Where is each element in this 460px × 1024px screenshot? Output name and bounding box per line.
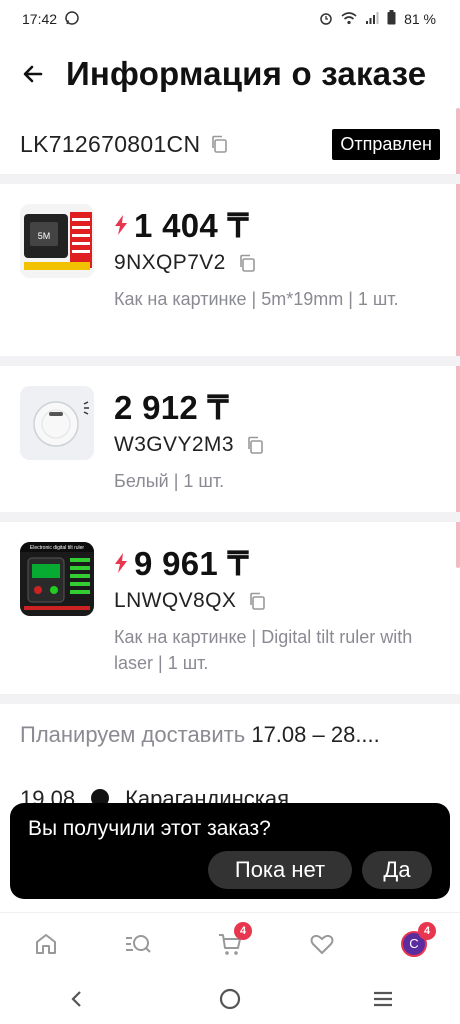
nav-home[interactable]	[24, 922, 68, 966]
system-home-button[interactable]	[210, 979, 250, 1019]
confirm-received-snackbar: Вы получили этот заказ? Пока нет Да	[10, 803, 450, 899]
arrow-left-icon	[23, 65, 43, 83]
divider	[0, 694, 460, 704]
item-price: 1 404 ₸	[134, 206, 249, 244]
chevron-left-icon	[71, 991, 81, 1007]
thumb-label: 5M	[38, 231, 51, 241]
signal-icon	[365, 11, 379, 28]
tracking-number: LK712670801CN	[20, 130, 201, 157]
battery-level: 81 %	[404, 11, 436, 27]
nav-profile[interactable]: C 4	[392, 921, 436, 966]
whatsapp-icon	[65, 10, 79, 28]
tracking-row: LK712670801CN Отправлен	[0, 122, 460, 166]
nav-cart[interactable]: 4	[208, 921, 252, 966]
flash-sale-icon	[115, 215, 127, 235]
status-bar: 17:42 81 %	[0, 0, 460, 38]
system-recents-button[interactable]	[363, 979, 403, 1019]
product-image-robot-vacuum	[20, 386, 94, 460]
product-image-tape-measure: 5M	[20, 204, 94, 278]
yes-button[interactable]: Да	[362, 851, 432, 889]
thumb-label: Electronic digital tilt ruler	[30, 545, 85, 551]
flash-sale-icon	[115, 553, 127, 573]
bottom-nav: 4 C 4	[0, 912, 460, 974]
system-nav	[0, 974, 460, 1024]
home-icon	[36, 933, 56, 954]
item-variant: Как на картинке | 5m*19mm | 1 шт.	[114, 289, 399, 309]
item-variant: Как на картинке | Digital tilt ruler wit…	[114, 627, 413, 673]
alarm-icon	[319, 11, 333, 28]
divider	[0, 174, 460, 184]
delivery-estimate: Планируем доставить 17.08 – 28....	[20, 722, 440, 748]
snackbar-message: Вы получили этот заказ?	[28, 817, 271, 840]
not-yet-button[interactable]: Пока нет	[208, 851, 352, 889]
system-back-button[interactable]	[57, 979, 97, 1019]
item-variant: Белый | 1 шт.	[114, 471, 225, 491]
item-sku: 9NXQP7V2	[114, 251, 226, 274]
page-title: Информация о заказе	[66, 55, 427, 92]
profile-badge: 4	[418, 921, 436, 940]
copy-icon[interactable]	[210, 135, 228, 153]
order-item[interactable]: 5M 1 404 ₸ 9NXQP7V2 Как на картинке | 5m…	[0, 204, 460, 312]
copy-icon[interactable]	[246, 436, 264, 454]
order-item[interactable]: Electronic digital tilt ruler 9 961 ₸ LN…	[0, 542, 460, 676]
nav-catalog-search[interactable]	[116, 922, 160, 966]
battery-icon	[387, 10, 396, 28]
status-badge: Отправлен	[332, 128, 440, 160]
item-price: 2 912 ₸	[114, 388, 229, 426]
heart-icon	[310, 934, 334, 954]
product-image-tilt-ruler: Electronic digital tilt ruler	[20, 542, 94, 616]
nav-favorites[interactable]	[300, 922, 344, 966]
wifi-icon	[341, 11, 357, 28]
delivery-label: Планируем доставить	[20, 722, 246, 747]
catalog-search-icon	[126, 934, 151, 953]
circle-home-icon	[219, 988, 241, 1010]
status-time: 17:42	[22, 11, 58, 27]
item-sku: W3GVY2M3	[114, 433, 234, 456]
copy-icon[interactable]	[238, 254, 256, 272]
delivery-range: 17.08 – 28....	[251, 722, 380, 747]
order-item[interactable]: 2 912 ₸ W3GVY2M3 Белый | 1 шт.	[0, 386, 460, 494]
divider	[0, 356, 460, 366]
item-sku: LNWQV8QX	[114, 589, 237, 612]
cart-badge: 4	[234, 921, 252, 940]
back-button[interactable]	[16, 57, 50, 91]
copy-icon[interactable]	[248, 592, 266, 610]
item-price: 9 961 ₸	[134, 544, 249, 582]
divider	[0, 512, 460, 522]
header: Информация о заказе	[0, 48, 460, 100]
menu-lines-icon	[374, 991, 393, 1007]
